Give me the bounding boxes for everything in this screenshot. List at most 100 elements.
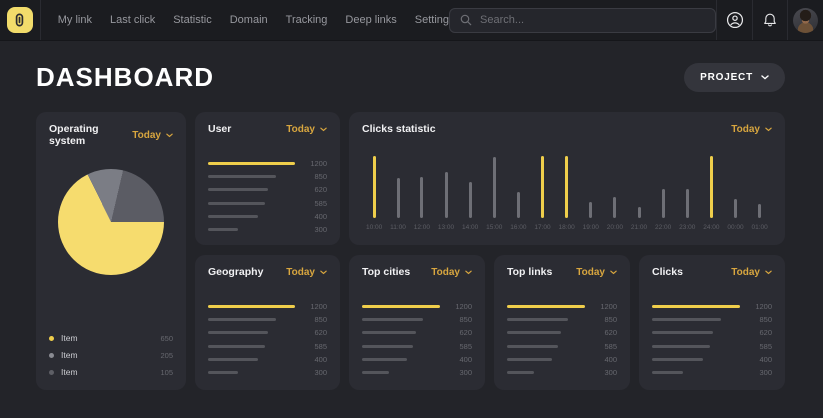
bar-row: 400 — [208, 210, 327, 223]
bar-row: 1200 — [208, 157, 327, 170]
card-header: Clicks statistic Today — [362, 123, 772, 135]
period-dropdown[interactable]: Today — [731, 124, 772, 135]
bar — [397, 178, 400, 218]
account-button[interactable] — [716, 0, 752, 40]
nav-item-deep-links[interactable]: Deep links — [345, 14, 396, 26]
legend-row: Item105 — [49, 367, 173, 377]
bar-row: 1200 — [362, 300, 472, 313]
bar-row: 585 — [208, 340, 327, 353]
vbar-column: 24:00 — [703, 145, 719, 231]
period-dropdown[interactable]: Today — [286, 124, 327, 135]
legend-value: 650 — [160, 334, 173, 343]
card-geography: Geography Today 1200850620585400300 — [195, 255, 340, 390]
bar-row: 850 — [507, 313, 617, 326]
period-label: Today — [431, 267, 460, 278]
vbar-column: 01:00 — [752, 145, 768, 231]
bar-value: 850 — [303, 172, 327, 181]
bar — [445, 172, 448, 218]
legend-value: 205 — [160, 351, 173, 360]
project-dropdown[interactable]: PROJECT — [684, 63, 785, 92]
vbar-column: 13:00 — [438, 145, 454, 231]
bar — [362, 305, 440, 308]
bar — [734, 199, 737, 218]
vbar-column: 22:00 — [655, 145, 671, 231]
x-tick-label: 22:00 — [655, 224, 671, 231]
vbar-column: 11:00 — [390, 145, 406, 231]
bar-row: 620 — [507, 326, 617, 339]
hbar-chart: 1200850620585400300 — [652, 300, 772, 379]
bar-value: 300 — [593, 368, 617, 377]
bar-value: 585 — [303, 199, 327, 208]
card-clicks-statistic: Clicks statistic Today 10:0011:0012:0013… — [349, 112, 785, 245]
period-label: Today — [132, 130, 161, 141]
chevron-down-icon — [320, 127, 327, 132]
nav-item-last-click[interactable]: Last click — [110, 14, 155, 26]
period-dropdown[interactable]: Today — [286, 267, 327, 278]
bar — [208, 215, 258, 218]
bar — [507, 358, 552, 361]
legend-label: Item — [61, 350, 78, 360]
vbar-column: 20:00 — [607, 145, 623, 231]
period-dropdown[interactable]: Today — [731, 267, 772, 278]
chevron-down-icon — [765, 270, 772, 275]
card-header: Operating system Today — [49, 123, 173, 147]
period-dropdown[interactable]: Today — [576, 267, 617, 278]
bar-row: 1200 — [507, 300, 617, 313]
avatar-cell — [787, 0, 823, 40]
x-tick-label: 17:00 — [534, 224, 550, 231]
search-bar — [449, 8, 716, 33]
account-icon — [726, 11, 744, 29]
bar-row: 620 — [652, 326, 772, 339]
bar — [507, 345, 558, 348]
bar — [362, 318, 423, 321]
period-dropdown[interactable]: Today — [431, 267, 472, 278]
period-label: Today — [286, 124, 315, 135]
bar — [638, 207, 641, 218]
bar-row: 620 — [362, 326, 472, 339]
bar-row: 1200 — [652, 300, 772, 313]
pie-chart — [58, 169, 164, 275]
bar-row: 850 — [208, 170, 327, 183]
vertical-bar-chart: 10:0011:0012:0013:0014:0015:0016:0017:00… — [362, 145, 772, 231]
nav-item-statistic[interactable]: Statistic — [173, 14, 212, 26]
bar-value: 400 — [303, 355, 327, 364]
period-label: Today — [576, 267, 605, 278]
bar — [208, 228, 238, 231]
dashboard-page: DASHBOARD PROJECT Operating system Today… — [0, 62, 823, 390]
nav-item-tracking[interactable]: Tracking — [286, 14, 328, 26]
bar-row: 585 — [652, 340, 772, 353]
card-top-links: Top links Today 1200850620585400300 — [494, 255, 630, 390]
bar — [565, 156, 568, 218]
period-dropdown[interactable]: Today — [132, 130, 173, 141]
bar-value: 620 — [593, 328, 617, 337]
card-clicks: Clicks Today 1200850620585400300 — [639, 255, 785, 390]
legend-dot — [49, 353, 54, 358]
search-input[interactable] — [480, 14, 705, 26]
app-logo[interactable] — [0, 0, 41, 40]
bar — [208, 331, 268, 334]
bar-row: 620 — [208, 326, 327, 339]
x-tick-label: 13:00 — [438, 224, 454, 231]
bar-value: 1200 — [593, 302, 617, 311]
legend-row: Item 205 — [49, 350, 173, 360]
bar — [517, 192, 520, 218]
bar-value: 400 — [593, 355, 617, 364]
bar — [208, 175, 276, 178]
notifications-button[interactable] — [752, 0, 788, 40]
x-tick-label: 11:00 — [390, 224, 406, 231]
bar-value: 400 — [303, 212, 327, 221]
card-title: User — [208, 123, 231, 135]
nav-item-domain[interactable]: Domain — [230, 14, 268, 26]
avatar[interactable] — [793, 8, 818, 33]
card-top-cities: Top cities Today 1200850620585400300 — [349, 255, 485, 390]
card-user: User Today 1200850620585400300 — [195, 112, 340, 245]
x-tick-label: 21:00 — [631, 224, 647, 231]
x-tick-label: 18:00 — [559, 224, 575, 231]
nav-item-setting[interactable]: Setting — [415, 14, 449, 26]
bar-value: 400 — [748, 355, 772, 364]
bar — [208, 305, 295, 308]
card-header: Top cities Today — [362, 266, 472, 278]
bar-value: 620 — [303, 185, 327, 194]
nav-item-my-link[interactable]: My link — [58, 14, 92, 26]
bar-row: 585 — [362, 340, 472, 353]
